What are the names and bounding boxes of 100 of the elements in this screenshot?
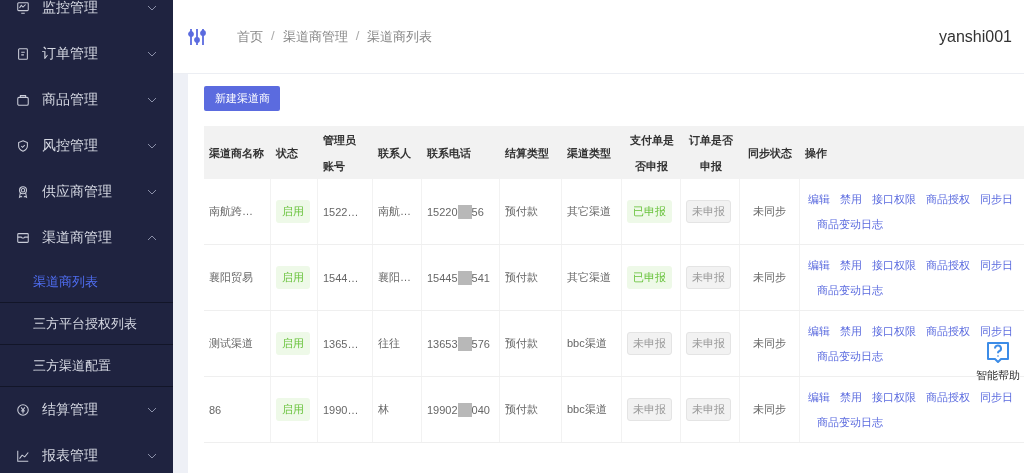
menu-item[interactable]: 商品管理 xyxy=(0,77,173,123)
menu-item[interactable]: 供应商管理 xyxy=(0,169,173,215)
declare-tag: 未申报 xyxy=(686,266,731,289)
table-cell: 1522… xyxy=(323,205,359,218)
action-link[interactable]: 同步日 xyxy=(980,257,1013,273)
menu-label: 报表管理 xyxy=(42,447,99,465)
table-cell: 1990… xyxy=(323,403,359,416)
table-cell: 15445 xyxy=(427,271,458,284)
column-header: 操作 xyxy=(805,145,827,161)
column-header: 联系人 xyxy=(378,145,411,161)
action-link[interactable]: 编辑 xyxy=(808,389,830,405)
table-cell: 襄阳贸易 xyxy=(209,270,253,285)
sliders-icon[interactable] xyxy=(187,26,207,47)
breadcrumb-link[interactable]: 渠道商管理 xyxy=(282,27,348,46)
medal-icon xyxy=(16,185,30,199)
table-cell: 未同步 xyxy=(753,336,786,351)
column-header: 同步状态 xyxy=(748,145,792,161)
table-cell: 襄阳… xyxy=(378,270,411,285)
action-link[interactable]: 禁用 xyxy=(840,389,862,405)
menu-item[interactable]: 结算管理 xyxy=(0,387,173,433)
declare-tag: 未申报 xyxy=(686,332,731,355)
action-link[interactable]: 同步日 xyxy=(980,191,1013,207)
yen-icon xyxy=(16,403,30,417)
menu-item[interactable]: 监控管理 xyxy=(0,0,173,31)
table-cell: bbc渠道 xyxy=(567,402,607,417)
table-cell: 预付款 xyxy=(505,402,538,417)
column-header: 支付单是否申报 xyxy=(628,132,675,174)
action-link[interactable]: 编辑 xyxy=(808,257,830,273)
column-header: 管理员账号 xyxy=(323,132,357,174)
declare-tag: 已申报 xyxy=(627,200,672,223)
clipboard-icon xyxy=(16,47,30,61)
action-link[interactable]: 商品授权 xyxy=(926,191,970,207)
action-link[interactable]: 编辑 xyxy=(808,323,830,339)
shield-icon xyxy=(16,139,30,153)
action-link[interactable]: 商品变动日志 xyxy=(808,414,883,430)
help-icon[interactable] xyxy=(985,340,1011,366)
table-cell: 往往 xyxy=(378,336,400,351)
status-tag: 启用 xyxy=(276,200,310,223)
menu-label: 供应商管理 xyxy=(42,183,113,201)
table-cell: 未同步 xyxy=(753,402,786,417)
column-header: 渠道类型 xyxy=(567,145,611,161)
table-cell: 其它渠道 xyxy=(567,270,611,285)
declare-tag: 未申报 xyxy=(627,398,672,421)
action-link[interactable]: 接口权限 xyxy=(872,257,916,273)
table-cell: 13653 xyxy=(427,337,458,350)
breadcrumb-link[interactable]: 首页 xyxy=(237,27,263,46)
action-link[interactable]: 禁用 xyxy=(840,257,862,273)
declare-tag: 已申报 xyxy=(627,266,672,289)
redaction-mask xyxy=(457,270,472,285)
action-link[interactable]: 商品授权 xyxy=(926,257,970,273)
new-channel-button[interactable]: 新建渠道商 xyxy=(204,86,280,111)
table-cell: 南航… xyxy=(378,204,411,219)
menu-label: 订单管理 xyxy=(42,45,99,63)
redaction-mask xyxy=(457,336,472,351)
action-link[interactable]: 接口权限 xyxy=(872,389,916,405)
status-tag: 启用 xyxy=(276,398,310,421)
table-cell: 其它渠道 xyxy=(567,204,611,219)
menu-item[interactable]: 订单管理 xyxy=(0,31,173,77)
action-link[interactable]: 商品变动日志 xyxy=(808,216,883,232)
action-link[interactable]: 同步日 xyxy=(980,323,1013,339)
table-cell: 未同步 xyxy=(753,270,786,285)
monitor-icon xyxy=(16,1,30,15)
action-link[interactable]: 禁用 xyxy=(840,323,862,339)
table-cell: 15220 xyxy=(427,205,458,218)
column-header: 状态 xyxy=(276,145,298,161)
menu-label: 商品管理 xyxy=(42,91,99,109)
menu-item[interactable]: 风控管理 xyxy=(0,123,173,169)
table-cell: 预付款 xyxy=(505,270,538,285)
table-cell: 测试渠道 xyxy=(209,336,253,351)
column-header: 渠道商名称 xyxy=(209,145,264,161)
table-cell: 林 xyxy=(378,402,389,417)
menu-label: 监控管理 xyxy=(42,0,99,17)
action-link[interactable]: 商品授权 xyxy=(926,323,970,339)
menu-label: 结算管理 xyxy=(42,401,99,419)
table-cell: 56 xyxy=(471,205,484,218)
action-link[interactable]: 商品授权 xyxy=(926,389,970,405)
bag-icon xyxy=(16,93,30,107)
panel-icon xyxy=(16,231,30,245)
table-cell: 1365… xyxy=(323,337,359,350)
action-link[interactable]: 编辑 xyxy=(808,191,830,207)
action-link[interactable]: 接口权限 xyxy=(872,323,916,339)
menu-item[interactable]: 报表管理 xyxy=(0,433,173,473)
table-cell: 预付款 xyxy=(505,336,538,351)
menu-label: 渠道商管理 xyxy=(42,229,113,247)
action-link[interactable]: 接口权限 xyxy=(872,191,916,207)
action-link[interactable]: 禁用 xyxy=(840,191,862,207)
table-cell: 541 xyxy=(471,271,490,284)
menu-item[interactable]: 渠道商管理 xyxy=(0,215,173,261)
declare-tag: 未申报 xyxy=(686,398,731,421)
table-cell: 040 xyxy=(471,403,490,416)
action-link[interactable]: 商品变动日志 xyxy=(808,282,883,298)
user-name[interactable]: yanshi001 xyxy=(939,27,1012,46)
action-link[interactable]: 同步日 xyxy=(980,389,1013,405)
breadcrumb-link[interactable]: 渠道商列表 xyxy=(367,27,433,46)
declare-tag: 未申报 xyxy=(627,332,672,355)
redaction-mask xyxy=(457,402,472,417)
action-link[interactable]: 商品变动日志 xyxy=(808,348,883,364)
column-header: 订单是否申报 xyxy=(687,132,734,174)
table-cell: 576 xyxy=(471,337,490,350)
help-label[interactable]: 智能帮助 xyxy=(976,368,1020,383)
